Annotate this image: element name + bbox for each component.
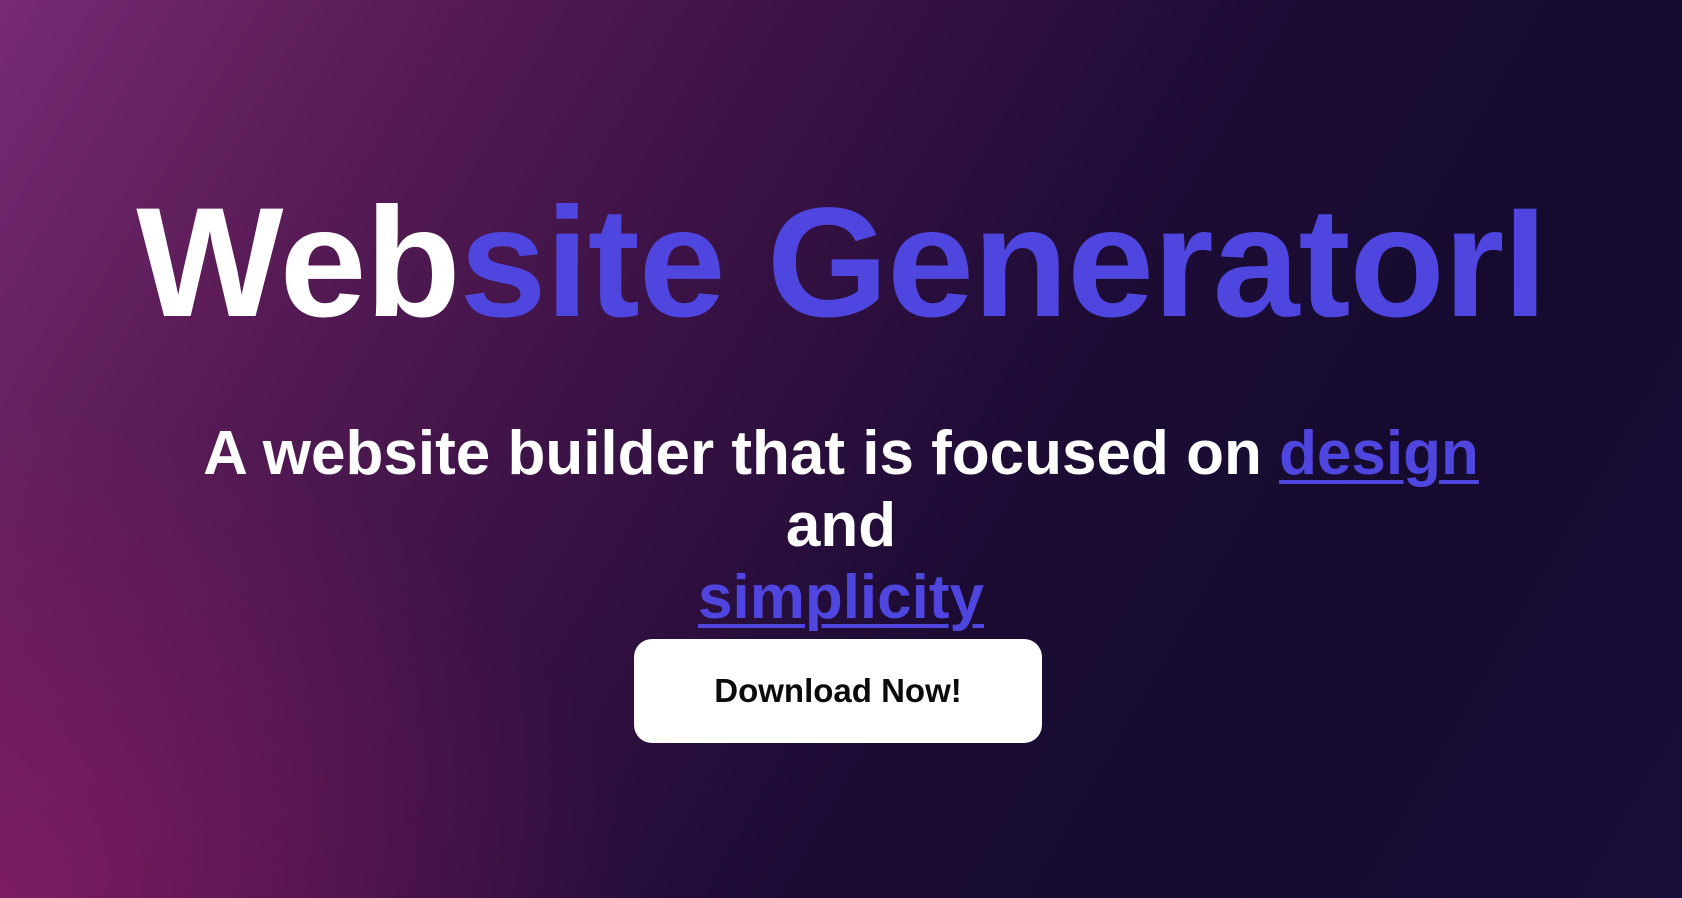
design-link[interactable]: design	[1279, 419, 1479, 488]
download-button[interactable]: Download Now!	[634, 639, 1042, 743]
hero-section: Website GeneratorI A website builder tha…	[0, 0, 1682, 898]
title-part-accent: site GeneratorI	[459, 176, 1547, 350]
subtitle-text-middle: and	[785, 491, 897, 560]
title-part-white: Web	[136, 176, 460, 350]
subtitle-text-prefix: A website builder that is focused on	[203, 419, 1280, 488]
page-title: Website GeneratorI	[0, 178, 1682, 348]
hero-subtitle: A website builder that is focused on des…	[140, 418, 1542, 634]
simplicity-link[interactable]: simplicity	[698, 563, 984, 632]
